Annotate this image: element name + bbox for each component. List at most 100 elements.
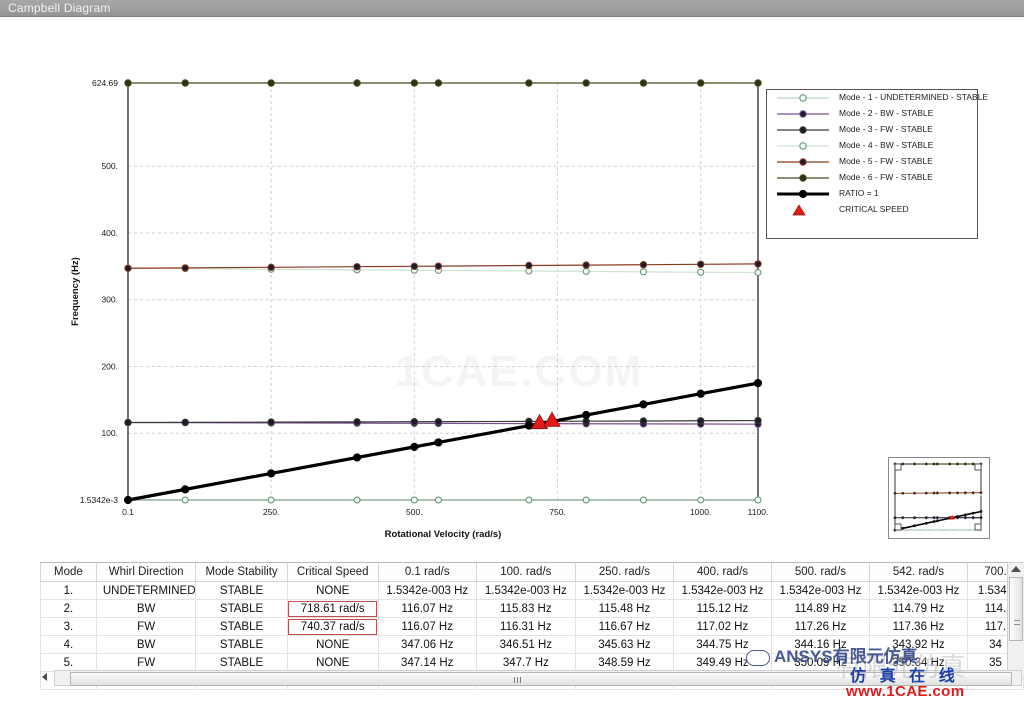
table-cell[interactable]: STABLE [195,617,288,636]
table-cell[interactable]: 1.5342e-003 Hz [475,581,576,600]
table-column-header[interactable]: 100. rad/s [475,562,576,582]
data-point-marker [353,79,361,87]
minimap-resize-handle[interactable] [894,523,902,531]
legend-item[interactable]: Mode - 2 - BW - STABLE [767,106,977,122]
table-column-header[interactable]: 542. rad/s [868,562,968,582]
table-cell[interactable]: STABLE [195,635,288,654]
table-cell[interactable]: FW [95,653,197,672]
data-point-marker [753,379,763,388]
table-cell[interactable]: 115.48 Hz [574,599,674,618]
table-cell[interactable]: 3. [40,617,97,636]
table-cell[interactable]: 5. [40,653,97,672]
data-point-marker [434,496,442,504]
table-cell[interactable]: 115.83 Hz [475,599,576,618]
table-column-header[interactable]: 400. rad/s [672,562,772,582]
table-cell[interactable]: 114.89 Hz [770,599,870,618]
data-point-marker [267,469,276,478]
table-cell[interactable]: 347.7 Hz [475,653,576,672]
minimap-marker [924,491,928,495]
legend-item[interactable]: Mode - 5 - FW - STABLE [767,154,977,170]
minimap-marker [971,516,975,519]
table-column-header[interactable]: Whirl Direction [95,562,197,582]
minimap-resize-handle[interactable] [974,463,982,471]
legend-item-label: Mode - 3 - FW - STABLE [839,124,933,134]
table-row[interactable]: 1. UNDETERMINED STABLE NONE 1.5342e-003 Hz 1.… [40,581,1024,600]
table-column-header[interactable]: 0.1 rad/s [377,562,477,582]
table-cell[interactable]: 115.12 Hz [672,599,772,618]
campbell-chart-panel[interactable]: 1CAE.COM 0.1 250. 500. 750. 1000. 1100. 1.5342… [0,17,1024,555]
table-cell[interactable]: 1.5342e-003 Hz [868,581,968,600]
minimap-marker [913,524,916,528]
table-cell[interactable]: 346.51 Hz [475,635,576,654]
data-point-marker [181,485,190,494]
table-cell[interactable]: NONE [286,581,379,600]
table-cell[interactable]: 2. [40,599,97,618]
scroll-left-arrow-icon[interactable] [42,673,47,681]
table-cell[interactable]: 116.07 Hz [377,599,477,618]
table-vertical-scrollbar[interactable] [1007,562,1024,679]
table-cell[interactable]: UNDETERMINED [95,581,197,600]
minimap-marker [935,462,939,466]
legend-marker [799,174,807,182]
chart-legend: Mode - 1 - UNDETERMINED - STABLE Mode - 2… [766,89,988,239]
table-cell[interactable]: NONE [286,653,379,672]
table-cell[interactable]: 114.79 Hz [868,599,968,618]
minimap-marker [948,491,952,495]
table-cell[interactable]: 117.26 Hz [770,617,870,636]
table-cell[interactable]: STABLE [195,581,288,600]
table-cell[interactable]: 1.5342e-003 Hz [770,581,870,600]
table-row[interactable]: 2. BW STABLE 718.61 rad/s 116.07 Hz 115.83 Hz… [40,599,1024,618]
minimap-resize-handle[interactable] [974,523,982,531]
minimap-marker [971,491,975,495]
legend-item[interactable]: Mode - 1 - UNDETERMINED - STABLE [767,90,988,106]
table-cell[interactable]: 117.36 Hz [868,617,968,636]
minimap-marker [963,516,967,519]
minimap-marker [963,462,967,466]
minimap-marker [971,528,975,532]
chart-minimap[interactable] [888,457,990,539]
table-cell[interactable]: 4. [40,635,97,654]
scroll-up-arrow-icon[interactable] [1011,566,1021,572]
legend-item[interactable]: Mode - 4 - BW - STABLE [767,138,977,154]
table-cell[interactable]: STABLE [195,653,288,672]
table-cell[interactable]: 1.5342e-003 Hz [377,581,477,600]
legend-item[interactable]: RATIO = 1 [767,186,977,202]
table-cell[interactable]: 740.37 rad/s [286,617,379,636]
table-cell[interactable]: 348.59 Hz [574,653,674,672]
data-point-marker [267,263,275,272]
table-cell[interactable]: 116.31 Hz [475,617,576,636]
minimap-resize-handle[interactable] [894,463,902,471]
table-cell[interactable]: 116.67 Hz [574,617,674,636]
table-column-header[interactable]: Mode [40,562,97,582]
legend-item[interactable]: CRITICAL SPEED [767,202,977,218]
table-cell[interactable]: 347.14 Hz [377,653,477,672]
table-column-header[interactable]: Critical Speed [286,562,379,582]
table-column-header[interactable]: Mode Stability [195,562,288,582]
table-column-header[interactable]: 250. rad/s [574,562,674,582]
minimap-marker [979,491,983,495]
table-cell[interactable]: NONE [286,635,379,654]
minimap-marker [901,516,905,520]
table-cell[interactable]: FW [95,617,197,636]
cloud-icon [746,649,770,666]
legend-item[interactable]: Mode - 6 - FW - STABLE [767,170,977,186]
table-cell[interactable]: 345.63 Hz [574,635,674,654]
table-cell[interactable]: 1. [40,581,97,600]
table-cell[interactable]: 116.07 Hz [377,617,477,636]
legend-item-label: RATIO = 1 [839,188,879,198]
table-cell[interactable]: STABLE [195,599,288,618]
table-cell[interactable]: BW [95,599,197,618]
data-point-marker [181,418,189,427]
legend-item[interactable]: Mode - 3 - FW - STABLE [767,122,977,138]
table-row[interactable]: 3. FW STABLE 740.37 rad/s 116.07 Hz 116.31 Hz… [40,617,1024,636]
table-cell[interactable]: 1.5342e-003 Hz [574,581,674,600]
table-cell[interactable]: BW [95,635,197,654]
data-point-marker [697,79,705,87]
vertical-scroll-thumb[interactable] [1009,577,1023,641]
table-cell[interactable]: 347.06 Hz [377,635,477,654]
table-cell[interactable]: 117.02 Hz [672,617,772,636]
table-cell[interactable]: 718.61 rad/s [286,599,379,618]
data-point-marker [434,417,443,426]
table-column-header[interactable]: 500. rad/s [770,562,870,582]
table-cell[interactable]: 1.5342e-003 Hz [672,581,772,600]
